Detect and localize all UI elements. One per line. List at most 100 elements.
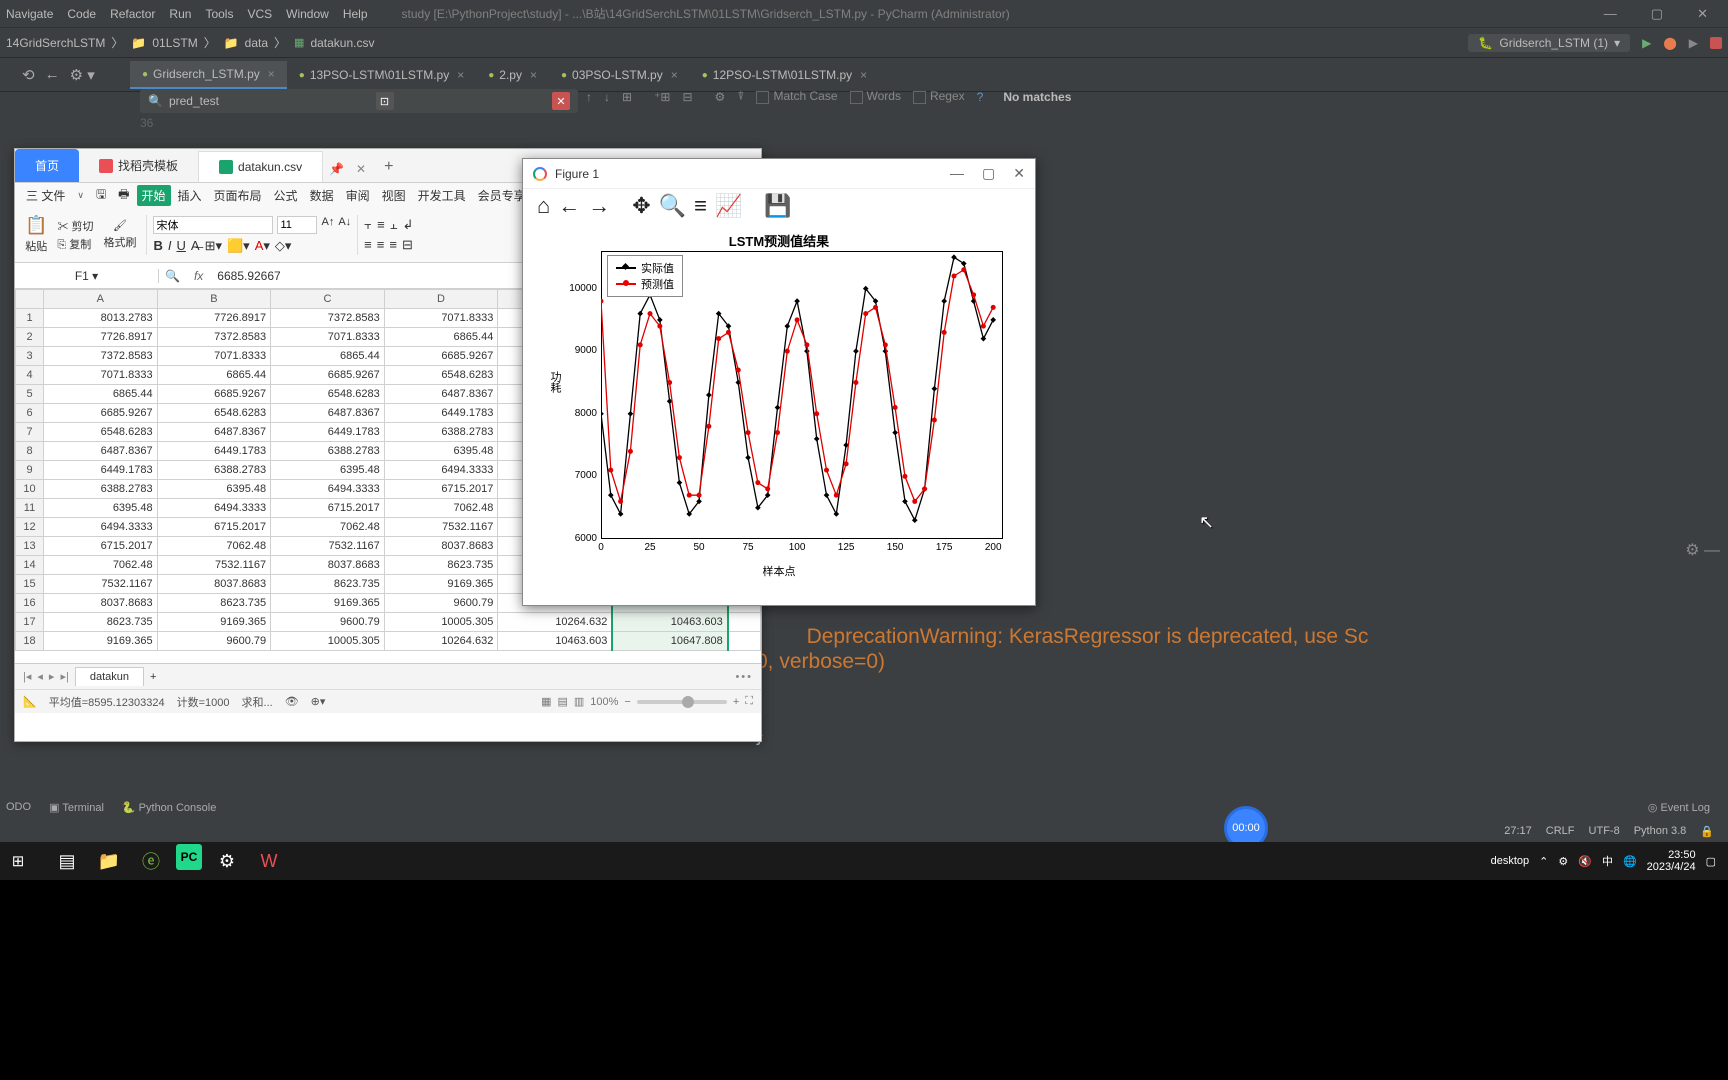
save-icon[interactable]: 💾 xyxy=(764,193,791,219)
italic-button[interactable]: I xyxy=(168,238,172,254)
cell[interactable]: 8623.735 xyxy=(44,613,158,632)
cell[interactable]: 10647.808 xyxy=(612,632,727,651)
bold-button[interactable]: B xyxy=(153,238,162,254)
cell[interactable]: 7532.1167 xyxy=(157,556,271,575)
zoom-icon[interactable]: 🔍 xyxy=(659,193,686,219)
cell[interactable]: 6395.48 xyxy=(44,499,158,518)
tab-03pso[interactable]: ●03PSO-LSTM.py× xyxy=(549,62,690,88)
cell[interactable]: 7071.8333 xyxy=(157,347,271,366)
figure-min-button[interactable]: — xyxy=(950,165,964,182)
breadcrumb-item[interactable]: 📁 data 〉 xyxy=(224,34,286,51)
cell[interactable]: 9600.79 xyxy=(157,632,271,651)
ide-max-button[interactable]: ▢ xyxy=(1651,6,1663,22)
wps-review-menu[interactable]: 审阅 xyxy=(341,185,375,206)
cell[interactable]: 8037.8683 xyxy=(44,594,158,613)
add-sheet-button[interactable]: + xyxy=(150,671,156,683)
underline-button[interactable]: U xyxy=(177,238,186,254)
cell[interactable]: 6449.1783 xyxy=(384,404,498,423)
menu-navigate[interactable]: Navigate xyxy=(6,7,53,21)
cell[interactable]: 6865.44 xyxy=(271,347,385,366)
cell[interactable]: 6494.3333 xyxy=(44,518,158,537)
wps-home-tab[interactable]: 首页 xyxy=(15,149,79,182)
menu-window[interactable]: Window xyxy=(286,7,329,21)
home-icon[interactable]: ⌂ xyxy=(537,193,550,219)
cell[interactable]: 6715.2017 xyxy=(44,537,158,556)
sheet-more-icon[interactable]: ••• xyxy=(735,671,753,683)
eye-icon[interactable]: 👁 xyxy=(285,695,299,708)
cell[interactable] xyxy=(728,632,761,651)
find-remove[interactable]: ⊟ xyxy=(682,90,692,104)
figure-max-button[interactable]: ▢ xyxy=(982,165,995,182)
cell[interactable]: 7372.8583 xyxy=(157,328,271,347)
wps-tab-close[interactable]: ✕ xyxy=(350,156,372,182)
find-bar[interactable]: 🔍 pred_test ⊡ ✕ xyxy=(140,89,578,113)
cell[interactable]: 6494.3333 xyxy=(271,480,385,499)
cell[interactable]: 6715.2017 xyxy=(271,499,385,518)
fill-button[interactable]: 🟨▾ xyxy=(227,238,250,254)
cell[interactable]: 6395.48 xyxy=(271,461,385,480)
cell[interactable]: 9169.365 xyxy=(271,594,385,613)
cell[interactable]: 8623.735 xyxy=(271,575,385,594)
fullscreen-icon[interactable]: ⛶ xyxy=(745,695,753,708)
pycharm-icon[interactable]: PC xyxy=(176,844,202,870)
sheet-next-icon[interactable]: ▸ xyxy=(49,670,55,683)
tray-app-icon[interactable]: ⚙ xyxy=(1558,855,1568,868)
cell[interactable]: 6548.6283 xyxy=(271,385,385,404)
border-button[interactable]: ⊞▾ xyxy=(205,238,222,254)
zoom-out-icon[interactable]: − xyxy=(624,696,630,708)
python-console-tab[interactable]: 🐍 Python Console xyxy=(122,801,216,814)
ide-close-button[interactable]: ✕ xyxy=(1697,6,1708,22)
find-prev-button[interactable]: ↑ xyxy=(586,90,592,104)
cell[interactable]: 6449.1783 xyxy=(157,442,271,461)
find-funnel-icon[interactable]: ⍒ xyxy=(737,89,744,104)
tab-2py[interactable]: ●2.py× xyxy=(476,62,549,88)
break-view-icon[interactable]: ▥ xyxy=(574,695,584,708)
cell[interactable]: 8013.2783 xyxy=(44,309,158,328)
page-view-icon[interactable]: ▤ xyxy=(557,695,567,708)
cell[interactable]: 6548.6283 xyxy=(384,366,498,385)
sheet-last-icon[interactable]: ▸| xyxy=(60,670,68,683)
font-color-button[interactable]: A▾ xyxy=(255,238,270,254)
zoom-label[interactable]: 100% xyxy=(590,696,618,708)
sheet-prev-icon[interactable]: ◂ xyxy=(37,670,43,683)
cell[interactable]: 6388.2783 xyxy=(157,461,271,480)
terminal-tab[interactable]: ▣ Terminal xyxy=(49,801,104,814)
more-run-button[interactable]: ▶ xyxy=(1689,36,1698,50)
interpreter[interactable]: Python 3.8 xyxy=(1634,825,1687,837)
cell[interactable]: 6494.3333 xyxy=(384,461,498,480)
forward-icon[interactable]: → xyxy=(588,193,610,219)
cell[interactable]: 10005.305 xyxy=(271,632,385,651)
cell[interactable]: 7071.8333 xyxy=(384,309,498,328)
toolwindow-gear-icon[interactable]: ⚙ — xyxy=(1685,542,1720,559)
configure-icon[interactable]: ≡ xyxy=(694,193,707,219)
stop-button[interactable] xyxy=(1710,37,1722,49)
cell[interactable]: 8623.735 xyxy=(157,594,271,613)
cell[interactable]: 6395.48 xyxy=(157,480,271,499)
find-input[interactable]: pred_test xyxy=(169,94,219,108)
tray-ime-icon[interactable]: 中 xyxy=(1602,853,1613,869)
wps-pin-icon[interactable]: 📌 xyxy=(323,156,350,182)
cell[interactable]: 6388.2783 xyxy=(384,423,498,442)
wps-data-menu[interactable]: 数据 xyxy=(305,185,339,206)
wps-file-tab[interactable]: datakun.csv xyxy=(198,151,323,182)
cell[interactable]: 9600.79 xyxy=(384,594,498,613)
center-icon[interactable]: ⊕▾ xyxy=(311,695,326,708)
ruler-icon[interactable]: 📐 xyxy=(23,695,37,708)
cell[interactable]: 7062.48 xyxy=(157,537,271,556)
encoding[interactable]: UTF-8 xyxy=(1589,825,1620,837)
find-close-button[interactable]: ✕ xyxy=(552,92,570,110)
line-ending[interactable]: CRLF xyxy=(1546,825,1575,837)
wps-insert-menu[interactable]: 插入 xyxy=(173,185,207,206)
menu-help[interactable]: Help xyxy=(343,7,368,21)
lock-icon[interactable]: 🔒 xyxy=(1700,825,1714,838)
cell[interactable]: 6715.2017 xyxy=(157,518,271,537)
breadcrumb-item[interactable]: 📁 01LSTM 〉 xyxy=(131,34,215,51)
cell[interactable]: 6487.8367 xyxy=(157,423,271,442)
align-bot-icon[interactable]: ⫠ xyxy=(390,217,398,233)
cut-button[interactable]: ✂ 剪切 xyxy=(57,218,93,234)
wps-icon[interactable]: W xyxy=(252,844,286,878)
menu-run[interactable]: Run xyxy=(169,7,191,21)
find-select-all[interactable]: ⊞ xyxy=(622,90,632,104)
tray-up-icon[interactable]: ⌃ xyxy=(1539,855,1548,868)
cell[interactable]: 7071.8333 xyxy=(44,366,158,385)
